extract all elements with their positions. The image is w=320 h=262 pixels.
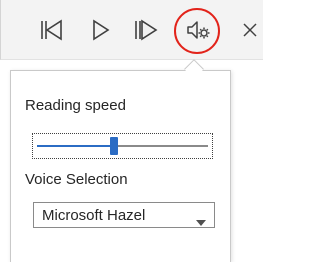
reading-speed-label: Reading speed [25, 97, 126, 114]
slider-thumb[interactable] [109, 137, 118, 155]
next-button[interactable] [129, 12, 163, 48]
play-icon [89, 18, 111, 42]
slider-track-filled [37, 145, 114, 147]
voice-settings-icon [185, 18, 211, 42]
close-button[interactable] [233, 12, 267, 48]
voice-selection-value: Microsoft Hazel [42, 207, 146, 224]
reading-speed-slider[interactable] [32, 133, 213, 159]
voice-selection-label: Voice Selection [25, 171, 128, 188]
read-aloud-toolbar [0, 0, 263, 60]
previous-button[interactable] [35, 12, 69, 48]
play-button[interactable] [83, 12, 117, 48]
chevron-down-icon [196, 213, 206, 231]
close-icon [241, 21, 259, 39]
voice-selection-dropdown[interactable]: Microsoft Hazel [33, 202, 215, 228]
next-icon [133, 18, 159, 42]
slider-track [113, 145, 208, 147]
voice-settings-button[interactable] [181, 12, 215, 48]
previous-icon [39, 18, 65, 42]
read-aloud-ui: Reading speed Voice Selection Microsoft … [0, 0, 263, 262]
